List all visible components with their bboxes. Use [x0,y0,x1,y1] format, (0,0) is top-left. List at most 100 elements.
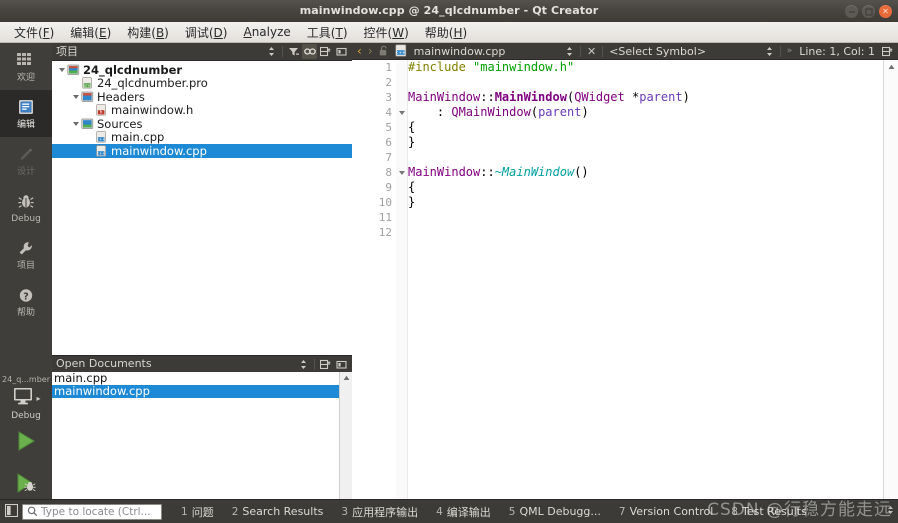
mode-design: 设计 [0,137,52,184]
fold-margin[interactable] [396,60,408,500]
project-tree[interactable]: 24_qlcdnumber pro 24_qlcdnumber.pro Headers… [52,61,352,355]
code-line-1[interactable]: #include "mainwindow.h" [408,60,884,75]
tree-item-6[interactable]: c++ main.cpp [52,130,352,145]
minimize-button[interactable] [845,5,858,18]
fold-margin-cell [396,120,407,135]
output-pane-5[interactable]: 5 QML Debugg... [500,505,610,518]
code-editor[interactable]: 1 2 3 4 5 6 7 8 9 10 11 12 #include "mainwindow.h" … [352,60,898,500]
fold-marker-icon[interactable] [396,165,407,180]
code-line-4[interactable]: : QMainWindow(parent) [408,105,884,120]
code-line-11[interactable] [408,210,884,225]
menu-item-6[interactable]: 工具(T) [299,22,356,43]
close-document-button[interactable]: ✕ [584,44,599,59]
split-icon[interactable] [318,44,333,59]
navigate-forward-button[interactable]: › [365,44,376,59]
filter-icon[interactable] [286,44,301,59]
tree-arrow-placeholder [71,77,80,90]
expand-arrow-icon[interactable] [57,63,66,76]
navigate-back-button[interactable]: ‹ [354,44,365,59]
menu-item-8[interactable]: 帮助(H) [417,22,475,43]
line-column-indicator[interactable]: Line: 1, Col: 1 [795,44,879,59]
tree-item-label: main.cpp [111,130,165,145]
mode-debug[interactable]: Debug [0,184,52,231]
lock-document-button[interactable] [376,44,392,59]
code-line-6[interactable]: } [408,135,884,150]
sync-dropdown-icon[interactable] [296,357,311,372]
tree-item-label: 24_qlcdnumber.pro [97,76,208,91]
output-pane-8[interactable]: 8 Test Results [722,505,816,518]
mode-projects[interactable]: 项目 [0,231,52,278]
maximize-button[interactable] [862,5,875,18]
status-bar: Type to locate (Ctrl... 1 问题 2 Search Resul… [0,499,898,523]
open-documents-list[interactable]: main.cpp mainwindow.cpp [52,372,352,502]
code-line-8[interactable]: MainWindow::~MainWindow() [408,165,884,180]
locator-input[interactable]: Type to locate (Ctrl... [22,503,162,520]
code-line-5[interactable]: { [408,120,884,135]
close-button[interactable]: ✕ [879,5,892,18]
menu-item-3[interactable]: 构建(B) [119,22,177,43]
menu-item-1[interactable]: 文件(F) [6,22,62,43]
output-pane-2[interactable]: 2 Search Results [223,505,333,518]
tree-item-4[interactable]: h mainwindow.h [52,103,352,117]
menu-item-2[interactable]: 编辑(E) [62,22,119,43]
code-line-9[interactable]: { [408,180,884,195]
tree-item-7[interactable]: c++ mainwindow.cpp [52,144,352,158]
open-document-item-2[interactable]: mainwindow.cpp [52,385,352,398]
fold-margin-cell [396,150,407,165]
output-pane-1[interactable]: 1 问题 [172,504,223,520]
code-text[interactable]: #include "mainwindow.h" MainWindow::Main… [408,60,884,500]
code-line-12[interactable] [408,225,884,240]
fold-margin-cell [396,225,407,240]
close-panel-icon[interactable] [334,44,349,59]
window-controls: ✕ [845,5,892,18]
editor-vertical-scrollbar[interactable] [883,60,898,500]
toggle-sidebar-button[interactable] [0,500,22,523]
file-dropdown-button[interactable] [562,44,577,59]
mode-welcome-label: 欢迎 [16,72,35,83]
cpp-file-icon: c++ [395,42,407,61]
menu-item-4[interactable]: 调试(D) [177,22,236,43]
output-pane-7[interactable]: 7 Version Control [610,505,722,518]
mode-edit[interactable]: 编辑 [0,90,52,137]
kit-project-name: 24_q...mber [2,375,50,384]
chevron-right-icon: › [367,44,373,58]
scroll-up-icon[interactable] [884,60,898,73]
projects-panel-toolbar [264,44,349,59]
mode-welcome[interactable]: 欢迎 [0,43,52,90]
code-line-3[interactable]: MainWindow::MainWindow(QWidget *parent) [408,90,884,105]
line-number: 11 [378,211,392,224]
output-pane-resize-icon[interactable] [885,501,896,520]
editor-file-name[interactable]: mainwindow.cpp [410,44,510,59]
symbol-selector[interactable]: <Select Symbol> [606,44,709,59]
run-button[interactable] [0,422,52,464]
menu-item-7[interactable]: 控件(W) [356,22,417,43]
expand-arrow-icon[interactable] [71,117,80,130]
split-icon[interactable] [318,357,333,372]
tree-item-1[interactable]: 24_qlcdnumber [52,63,352,77]
grid-icon [17,51,35,71]
output-pane-label: 编译输出 [446,505,491,519]
tree-item-2[interactable]: pro 24_qlcdnumber.pro [52,76,352,91]
code-token: :: [480,165,495,179]
output-pane-3[interactable]: 3 应用程序输出 [332,504,427,520]
scroll-up-icon[interactable] [340,372,352,384]
headers-folder-icon [80,90,94,103]
code-line-2[interactable] [408,75,884,90]
tree-item-3[interactable]: Headers [52,90,352,104]
link-with-editor-icon[interactable] [302,44,317,59]
tree-item-5[interactable]: Sources [52,117,352,131]
kit-selector[interactable]: 24_q...mber ▸ Debug [0,371,52,422]
menu-item-5[interactable]: Analyze [235,23,298,41]
open-documents-scrollbar[interactable] [339,372,352,502]
sync-dropdown-icon[interactable] [264,44,279,59]
code-line-10[interactable]: } [408,195,884,210]
output-pane-4[interactable]: 4 编译输出 [427,504,500,520]
mode-projects-label: 项目 [16,260,35,271]
fold-marker-icon[interactable] [396,105,407,120]
mode-help[interactable]: ? 帮助 [0,278,52,325]
split-editor-button[interactable] [879,44,896,59]
expand-arrow-icon[interactable] [71,90,80,103]
code-line-7[interactable] [408,150,884,165]
symbol-dropdown-button[interactable] [762,44,777,59]
close-panel-icon[interactable] [334,357,349,372]
